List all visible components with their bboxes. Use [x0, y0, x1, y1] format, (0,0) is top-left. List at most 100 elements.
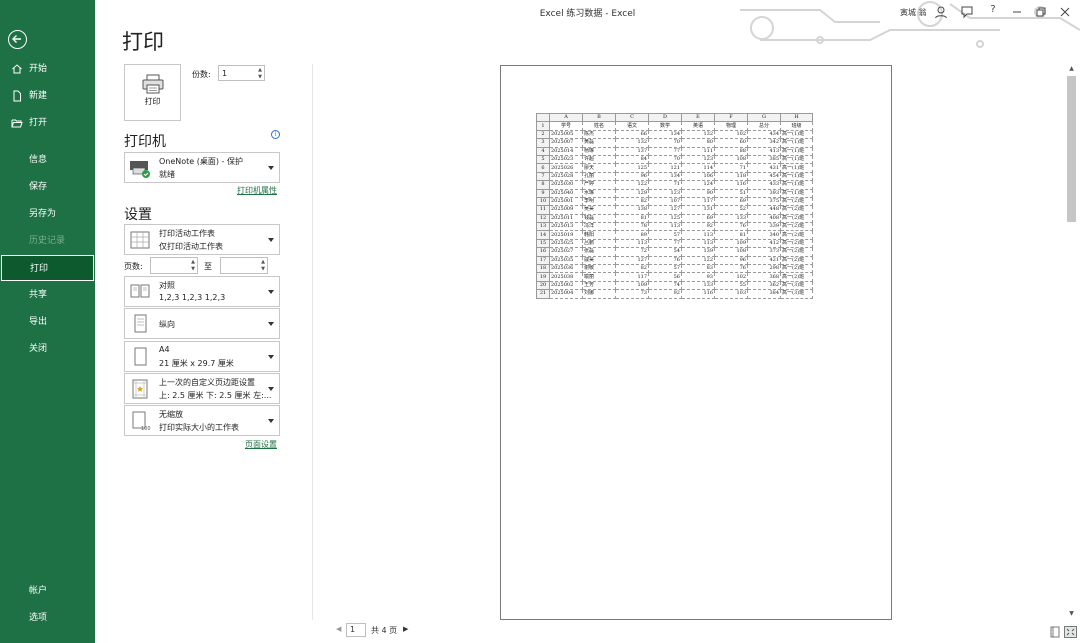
- page-from-input[interactable]: ▲ ▼: [150, 257, 198, 274]
- orientation-dropdown[interactable]: 纵向: [124, 308, 280, 339]
- row-number: 14: [536, 230, 550, 240]
- spin-up-icon[interactable]: ▲: [258, 67, 262, 73]
- sidebar-item-export[interactable]: 导出: [0, 309, 95, 335]
- table-cell: 129: [615, 188, 649, 198]
- table-cell: 96: [714, 255, 748, 266]
- sidebar-item-options[interactable]: 选项: [0, 605, 95, 631]
- column-letter: E: [681, 112, 715, 123]
- table-cell: 张磊: [582, 247, 616, 257]
- table-row: 8 2025030 严婷 122 71 124 116 433 高一(1)班: [536, 180, 813, 190]
- table-cell: 132: [615, 138, 649, 148]
- scroll-down-icon[interactable]: ▼: [1067, 609, 1076, 618]
- header-cell: 语文: [615, 121, 649, 131]
- spin-down-icon[interactable]: ▼: [191, 266, 195, 272]
- spin-up-icon[interactable]: ▲: [261, 259, 265, 265]
- printer-properties-link[interactable]: 打印机属性: [237, 185, 277, 196]
- row-number: 4: [536, 146, 550, 156]
- scrollbar-thumb[interactable]: [1067, 76, 1076, 222]
- table-cell: 高一(2)班: [780, 255, 813, 266]
- paper-size-dropdown[interactable]: A4 21 厘米 x 29.7 厘米: [124, 341, 280, 372]
- table-row: 19 2025038 喻丽 117 56 93 102 368 高一(2)班: [536, 272, 813, 282]
- column-letter: G: [747, 112, 781, 123]
- print-scope-dropdown[interactable]: 打印活动工作表 仅打印活动工作表: [124, 224, 280, 255]
- sidebar-item-print[interactable]: 打印: [1, 255, 94, 281]
- help-icon[interactable]: ?: [985, 4, 1001, 20]
- table-cell: 125: [648, 213, 682, 224]
- sidebar-item-close[interactable]: 关闭: [0, 336, 95, 362]
- page-setup-link[interactable]: 页面设置: [245, 439, 277, 450]
- table-cell: 高一(3)班: [780, 280, 813, 291]
- row-number: 3: [536, 138, 550, 148]
- table-row: 3 2025007 黄磊 132 70 80 60 342 高一(1)班: [536, 138, 813, 148]
- table-cell: 121: [648, 163, 682, 173]
- table-cell: 92: [681, 222, 715, 232]
- table-row: 13 2025013 冯洋 78 113 92 76 339 高一(2)班: [536, 222, 813, 232]
- sidebar-item-info[interactable]: 信息: [0, 147, 95, 173]
- sidebar-item-save[interactable]: 保存: [0, 174, 95, 200]
- table-cell: 吕鹏: [582, 238, 616, 249]
- spin-up-icon[interactable]: ▲: [191, 259, 195, 265]
- table-cell: 2025030: [549, 180, 583, 190]
- page-to-input[interactable]: ▲ ▼: [220, 257, 268, 274]
- zoom-to-page-icon[interactable]: [1064, 626, 1077, 638]
- sidebar-item-new[interactable]: 新建: [0, 83, 95, 109]
- table-cell: 107: [648, 196, 682, 207]
- show-margins-icon[interactable]: [1049, 626, 1061, 638]
- feedback-icon[interactable]: [959, 4, 975, 20]
- table-cell: 375: [747, 196, 781, 207]
- printer-dropdown[interactable]: OneNote (桌面) - 保护 就绪: [124, 152, 280, 183]
- page-title: 打印: [122, 30, 164, 54]
- row-number: 5: [536, 154, 550, 165]
- chevron-down-icon: [268, 386, 274, 391]
- back-arrow-icon[interactable]: [8, 30, 27, 49]
- table-row: 7 2025028 孔丽 96 134 106 118 454 高一(1)班: [536, 171, 813, 182]
- table-cell: 60: [714, 138, 748, 148]
- sidebar-item-home[interactable]: 开始: [0, 56, 95, 82]
- sidebar-item-label: 另存为: [29, 209, 57, 219]
- table-cell: 131: [681, 205, 715, 215]
- table-cell: 117: [615, 272, 649, 282]
- sidebar-item-save-as[interactable]: 另存为: [0, 201, 95, 227]
- sidebar-item-share[interactable]: 共享: [0, 282, 95, 308]
- margins-dropdown[interactable]: 上一次的自定义页边距设置 上: 2.5 厘米 下: 2.5 厘米 左:...: [124, 373, 280, 404]
- spin-down-icon[interactable]: ▼: [258, 74, 262, 80]
- table-cell: 2025011: [549, 213, 583, 224]
- user-name[interactable]: 寅城 翁: [900, 7, 927, 18]
- margins-title: 上一次的自定义页边距设置: [159, 378, 255, 387]
- close-icon[interactable]: [1057, 4, 1073, 20]
- preview-scrollbar[interactable]: ▲ ▼: [1066, 64, 1077, 620]
- table-cell: 54: [648, 247, 682, 257]
- table-cell: 76: [714, 222, 748, 232]
- current-page-input[interactable]: 1: [346, 623, 366, 637]
- table-cell: 339: [747, 222, 781, 232]
- corner-cell: [536, 112, 550, 123]
- table-row: 4 2025014 杨琳 137 77 111 88 413 高一(1)班: [536, 146, 813, 156]
- table-cell: 81: [714, 230, 748, 240]
- table-cell: 109: [714, 238, 748, 249]
- spin-down-icon[interactable]: ▼: [261, 266, 265, 272]
- table-cell: 高一(2)班: [780, 213, 813, 224]
- title-bar: Excel 练习数据 - Excel 寅城 翁 ?: [95, 0, 1080, 48]
- home-icon: [12, 64, 22, 74]
- sidebar-item-account[interactable]: 帐户: [0, 578, 95, 604]
- minimize-icon[interactable]: [1009, 4, 1025, 20]
- table-cell: 111: [681, 146, 715, 156]
- table-cell: 52: [714, 205, 748, 215]
- copies-value: 1: [222, 69, 228, 78]
- account-icon[interactable]: [933, 4, 949, 20]
- restore-icon[interactable]: [1033, 4, 1049, 20]
- collate-dropdown[interactable]: 对照 1,2,3 1,2,3 1,2,3: [124, 276, 280, 307]
- table-cell: 116: [681, 289, 715, 299]
- scaling-dropdown[interactable]: 100 无缩放 打印实际大小的工作表: [124, 405, 280, 436]
- next-page-icon[interactable]: ▶: [403, 625, 408, 633]
- copies-stepper[interactable]: 1 ▲ ▼: [218, 65, 265, 81]
- info-icon[interactable]: i: [271, 130, 280, 139]
- table-cell: 93: [681, 272, 715, 282]
- table-cell: 2025025: [549, 238, 583, 249]
- print-button[interactable]: 打印: [124, 64, 181, 121]
- scroll-up-icon[interactable]: ▲: [1067, 64, 1076, 73]
- table-cell: 124: [681, 180, 715, 190]
- table-cell: 298: [747, 264, 781, 274]
- sidebar-item-open[interactable]: 打开: [0, 110, 95, 136]
- prev-page-icon[interactable]: ◀: [336, 625, 341, 633]
